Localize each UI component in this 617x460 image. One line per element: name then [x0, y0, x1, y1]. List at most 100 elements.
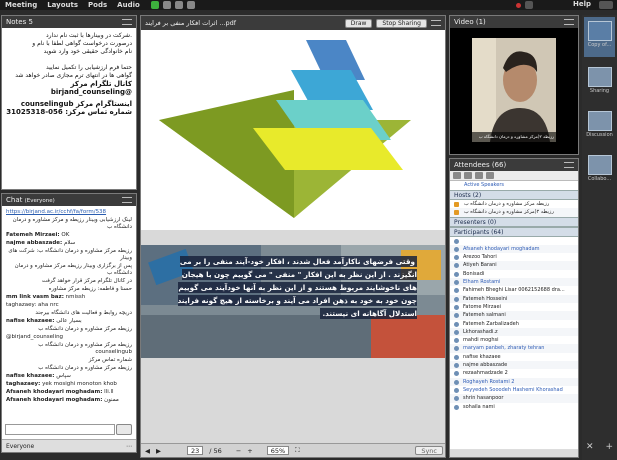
menu-layouts[interactable]: Layouts [42, 1, 83, 9]
participant-row[interactable]: Afsaneh khodayari moghadam [450, 244, 578, 254]
chat-text: رزیطه مرکز مشاوره و درمان دانشگاه ب coun… [38, 342, 132, 355]
participant-row[interactable]: Atiyeh Barani [450, 261, 578, 270]
notes-line: حتما فرم ارزشیابی را تکمیل نمایید [45, 64, 132, 71]
participant-row[interactable]: Fatemeh Zarbalizadeh [450, 320, 578, 328]
participant-row[interactable]: Lkhorashadi.z [450, 327, 578, 337]
video-feed[interactable]: رزیطه ۲(مرکز مشاوره و درمان دانشگاه ب [450, 28, 578, 154]
presenters-section[interactable]: Presenters (0) [450, 216, 578, 227]
chat-text: پس از برگزاری وبینار رزیطه مرکز مشاوره و… [14, 263, 132, 276]
status-icon[interactable] [464, 172, 472, 179]
page-number-input[interactable]: 23 [187, 446, 204, 455]
chat-text: yek mosighi monoton khob [42, 381, 117, 387]
attendees-count: (66) [491, 161, 507, 169]
sync-button[interactable]: Sync [415, 446, 443, 455]
chat-message: در کانال تلگرام مرکز قرار خواهد گرفت [6, 278, 132, 285]
chat-text: سلام [64, 240, 76, 246]
menu-pods[interactable]: Pods [83, 1, 112, 9]
participant-row[interactable]: sohaila nami [450, 403, 578, 411]
participants-list: Afsaneh khodayari moghadam Arezoo Tahori A… [450, 237, 578, 411]
list-view-icon[interactable] [453, 172, 461, 179]
participant-icon [454, 263, 459, 269]
mute-icon[interactable] [475, 172, 483, 179]
participant-row[interactable]: Roghayeh Rostami 2 [450, 377, 578, 386]
participant-row[interactable]: Fatemeh Hosseini [450, 294, 578, 303]
zoom-out-icon[interactable]: − [236, 447, 241, 455]
participant-row[interactable] [450, 237, 578, 245]
participant-name: najme abbaszade [463, 362, 508, 369]
participant-row[interactable]: maryam panbeh, zharaty tehran [450, 344, 578, 353]
add-layout-icon[interactable]: + [605, 442, 613, 452]
participant-row[interactable]: shrin hasanpoor [450, 394, 578, 403]
participant-row[interactable]: Arezoo Tahori [450, 253, 578, 261]
chat-send-button[interactable] [116, 424, 132, 435]
chat-text: OK [61, 232, 70, 238]
pod-menu-icon[interactable] [431, 20, 441, 26]
participant-row[interactable]: Fatemeh salmani [450, 311, 578, 320]
prev-page-icon[interactable]: ◀ [145, 447, 150, 455]
participant-row[interactable]: Bonisadi [450, 270, 578, 278]
participant-row[interactable]: mahdi moghsi [450, 336, 578, 344]
video-caption: رزیطه ۲(مرکز مشاوره و درمان دانشگاه ب [478, 134, 554, 139]
chat-message: Afsaneh khodayari moghadam: lli.ll [6, 389, 132, 396]
menu-audio[interactable]: Audio [112, 1, 145, 9]
draw-button[interactable]: Draw [344, 18, 373, 28]
participant-name: mahdi moghsi [463, 337, 499, 344]
zoom-in-icon[interactable]: + [247, 447, 252, 455]
layout-collaboration[interactable]: Collabo... [584, 151, 615, 191]
layout-discussion[interactable]: Discussion [584, 107, 615, 147]
notes-line: کانال تلگرام مرکز @birjand_counseling [50, 80, 132, 96]
video-header: Video (1) [450, 16, 578, 28]
notes-line: اینستاگرام مرکز counselingub [20, 100, 132, 108]
pod-menu-icon[interactable] [564, 19, 574, 25]
menu-meeting[interactable]: Meeting [0, 1, 42, 9]
participant-row[interactable]: Fatome Mirzaei [450, 303, 578, 311]
notes-content[interactable]: .شرکت در وبینارها با ثبت نام ندارد درصور… [2, 28, 136, 120]
chat-input[interactable] [5, 424, 115, 435]
chat-text: ممنون [104, 397, 119, 403]
window-controls-icon[interactable] [599, 1, 613, 9]
layout-copy[interactable]: Copy of... [584, 17, 615, 57]
pod-menu-icon[interactable] [564, 162, 574, 168]
chat-message: شماره تماس مرکز [6, 357, 132, 364]
record-icon[interactable] [525, 1, 533, 9]
microphone-icon[interactable] [162, 1, 171, 9]
participant-row[interactable]: najme abbaszade [450, 361, 578, 370]
zoom-select[interactable]: 65% [266, 446, 290, 455]
next-page-icon[interactable]: ▶ [156, 447, 161, 455]
menu-help[interactable]: Help [573, 0, 591, 8]
slide-viewport: وقتی فرضهای ناکارآمد فعال شدند ، افکار خ… [141, 30, 445, 445]
chat-sender: mm link vasm baz: [6, 294, 64, 300]
participant-row[interactable]: Seyyedeh Sooodeh Hashemi Khorashad [450, 386, 578, 394]
participant-name: shrin hasanpoor [463, 395, 504, 402]
layout-sharing[interactable]: Sharing [584, 63, 615, 103]
participant-name: Fatome Mirzaei [463, 303, 501, 310]
fullscreen-icon[interactable]: ⛶ [295, 446, 300, 455]
participant-icon [454, 379, 459, 385]
chat-link[interactable]: https://birjand.ac.ir/cchf/fa/form/538 [6, 209, 106, 215]
slide-paragraph: وقتی فرضهای ناکارآمد فعال شدند ، افکار خ… [177, 256, 417, 319]
speaker-icon[interactable] [150, 1, 159, 9]
chat-recipient-select[interactable]: Everyone [6, 443, 34, 450]
layouts-sidebar: Copy of... Sharing Discussion Collabo...… [582, 15, 617, 460]
chat-options-icon[interactable]: ⋯ [126, 443, 132, 450]
webcam-icon[interactable] [174, 1, 183, 9]
host-row[interactable]: رزیطه ۲(مرکز مشاوره و درمان دانشگاه ب [450, 208, 578, 217]
participants-section[interactable]: Participants (64) [450, 226, 578, 237]
participant-row[interactable]: rezaahmadzade 2 [450, 369, 578, 377]
pod-menu-icon[interactable] [122, 197, 132, 203]
video-title: Video [454, 18, 474, 26]
stop-sharing-button[interactable]: Stop Sharing [376, 18, 427, 28]
participant-row[interactable]: Elham Rostami [450, 278, 578, 287]
participant-row[interactable]: Fahimeh Bheghi Lisar 0062152688 dra... [450, 286, 578, 294]
active-speakers-label: Active Speakers [464, 182, 504, 188]
chat-message: حسنا و فاطمه: رزیطه مرکز مشاوره [6, 286, 132, 293]
options-icon[interactable] [486, 172, 494, 179]
layout-settings-icon[interactable]: ✕ [586, 442, 594, 452]
participant-name: Fatemeh salmani [463, 312, 506, 319]
host-row[interactable]: رزیطه مرکز مشاوره و درمان دانشگاه ب [450, 200, 578, 208]
raise-hand-icon[interactable] [186, 1, 195, 9]
participant-row[interactable]: nafise khazaee [450, 353, 578, 361]
pod-menu-icon[interactable] [122, 19, 132, 25]
participant-icon [454, 321, 459, 327]
hosts-section[interactable]: Hosts (2) [450, 190, 578, 200]
